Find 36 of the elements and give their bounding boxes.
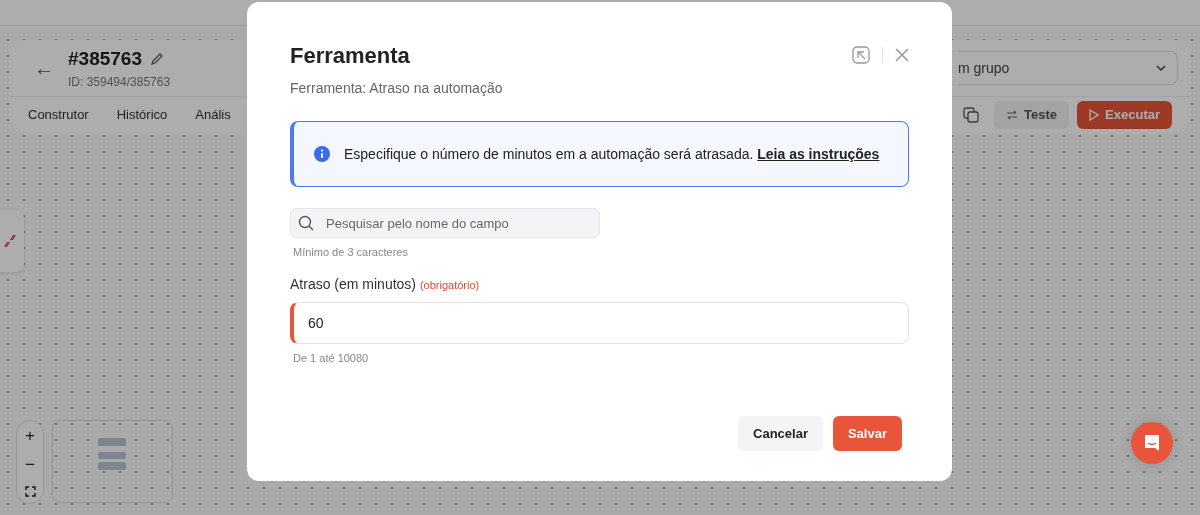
minimap-nodes-drawing [97, 437, 127, 471]
automation-title: #385763 [68, 46, 142, 71]
chevron-down-icon [1155, 64, 1167, 72]
zoom-in-button[interactable]: + [25, 427, 35, 445]
dialog-subtitle: Ferramenta: Atraso na automação [290, 79, 504, 98]
pencil-icon[interactable] [149, 52, 164, 66]
cancel-button[interactable]: Cancelar [738, 416, 823, 451]
test-button[interactable]: Teste [994, 101, 1070, 129]
tab[interactable]: Anális [195, 105, 231, 125]
chat-icon [1143, 434, 1161, 452]
required-tag: (obrigatório) [419, 278, 480, 291]
tab[interactable]: Construtor [28, 105, 89, 125]
group-select[interactable]: m grupo [958, 51, 1178, 85]
alert-text: Especifique o número de minutos em a automação será atrasada. Leia as instruções [344, 144, 880, 164]
info-icon [314, 146, 330, 162]
save-button[interactable]: Salvar [832, 416, 902, 451]
swap-icon [1006, 110, 1019, 120]
back-arrow[interactable]: ← [34, 53, 54, 83]
expand-icon[interactable] [852, 46, 870, 64]
tab[interactable]: Histórico [116, 105, 168, 125]
close-icon[interactable] [895, 48, 909, 62]
instructions-link[interactable]: Leia as instruções [757, 145, 880, 162]
copy-icon[interactable] [962, 106, 981, 124]
search-field[interactable]: Pesquisar pelo nome do campo [290, 208, 600, 238]
zoom-out-button[interactable]: − [25, 456, 35, 474]
node-icon [4, 234, 18, 248]
delay-hint: De 1 até 10080 [293, 350, 370, 366]
fit-view-icon[interactable] [24, 485, 36, 497]
dialog-title: Ferramenta [290, 42, 410, 70]
play-icon [1089, 109, 1100, 121]
search-hint: Mínimo de 3 caracteres [293, 245, 409, 260]
node-card[interactable] [0, 210, 24, 272]
delay-input[interactable]: 60 [290, 301, 909, 344]
chat-button[interactable] [1131, 422, 1173, 464]
automation-id: ID: 359494/385763 [68, 74, 171, 92]
field-label: Atraso (em minutos) [290, 275, 417, 292]
